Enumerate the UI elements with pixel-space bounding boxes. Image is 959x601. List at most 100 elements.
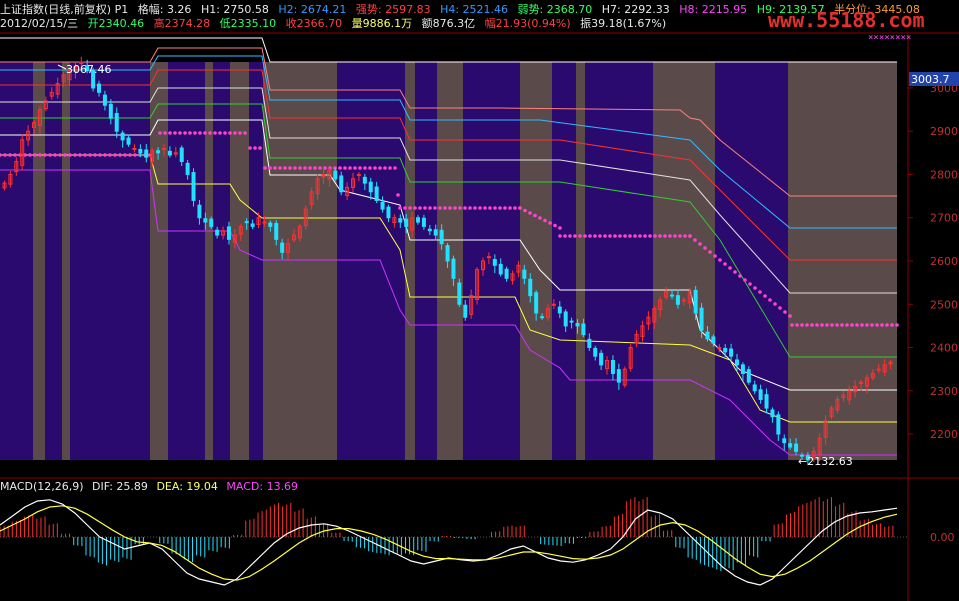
dot — [738, 274, 742, 278]
candle-body — [451, 258, 456, 279]
band-10 — [249, 62, 263, 460]
dot — [830, 323, 834, 327]
candle-body — [156, 150, 161, 154]
dot — [183, 131, 187, 135]
dot — [158, 131, 162, 135]
level-line-1 — [0, 37, 897, 63]
band-19 — [576, 62, 585, 460]
candle-body — [740, 364, 745, 374]
dot — [548, 221, 552, 225]
band-13 — [405, 62, 415, 460]
band-16 — [463, 62, 520, 460]
dot — [213, 131, 217, 135]
dot — [338, 166, 342, 170]
candle-body — [333, 170, 338, 180]
candle-body — [362, 176, 367, 184]
band-12 — [337, 62, 405, 460]
candle-body — [398, 218, 403, 223]
dot — [805, 323, 809, 327]
candle-body — [486, 256, 491, 259]
dot — [810, 323, 814, 327]
dot — [508, 206, 512, 210]
dot — [800, 323, 804, 327]
dot — [458, 206, 462, 210]
dot — [43, 153, 47, 157]
dot — [163, 131, 167, 135]
candle-body — [433, 229, 438, 236]
dot — [553, 223, 557, 228]
candle-body — [457, 282, 462, 305]
dot — [815, 323, 819, 327]
dot — [48, 153, 52, 157]
dot — [443, 206, 447, 210]
dot — [343, 166, 347, 170]
candle-body — [675, 295, 680, 305]
candle-body — [569, 320, 574, 323]
macd-panel: 0.00 — [0, 497, 955, 586]
dot — [633, 234, 637, 238]
band-5 — [150, 62, 168, 460]
candle-body — [280, 242, 285, 253]
current-price-text: 3003.7 — [911, 73, 950, 86]
candle-body — [102, 94, 107, 106]
dot — [683, 234, 687, 238]
dot — [273, 166, 277, 170]
dot — [373, 166, 377, 170]
dot — [638, 234, 642, 238]
dot — [860, 323, 864, 327]
candle-body — [244, 221, 249, 224]
dot — [28, 153, 32, 157]
candle-body — [528, 278, 533, 297]
dot — [783, 310, 787, 314]
dot — [603, 234, 607, 238]
dot — [423, 206, 427, 210]
dot — [773, 302, 777, 306]
dot — [543, 218, 547, 223]
dot — [488, 206, 492, 210]
dot — [3, 153, 7, 157]
dot — [413, 206, 417, 210]
candle-body — [699, 307, 704, 331]
dot — [228, 131, 232, 135]
band-11 — [263, 62, 337, 460]
dot — [188, 131, 192, 135]
macd-legend: MACD(12,26,9) DIF: 25.89 DEA: 19.04 MACD… — [0, 480, 303, 493]
band-2 — [45, 62, 62, 460]
dot — [238, 131, 242, 135]
dot — [880, 323, 884, 327]
dot — [148, 153, 152, 157]
candle-body — [782, 438, 787, 444]
candle-body — [752, 384, 757, 392]
candle-body — [132, 148, 137, 151]
candle-body — [144, 149, 149, 158]
dot — [743, 278, 747, 282]
candle-body — [616, 369, 621, 383]
candle-body — [191, 172, 196, 201]
price-chart[interactable]: 3000290028002700260025002400230022003003… — [0, 0, 959, 601]
candle-body — [185, 162, 190, 175]
candle-body — [439, 229, 444, 245]
dot — [88, 153, 92, 157]
dot — [428, 206, 432, 210]
dot — [885, 323, 889, 327]
candle-body — [374, 186, 379, 201]
candle-body — [723, 347, 728, 353]
dif-value: DIF: 25.89 — [92, 480, 148, 493]
dot — [288, 166, 292, 170]
candle-body — [492, 259, 497, 266]
dot — [463, 206, 467, 210]
dot — [648, 234, 652, 238]
dot — [408, 206, 412, 210]
candle-body — [735, 359, 740, 366]
dot — [483, 206, 487, 210]
dot — [173, 131, 177, 135]
dot — [418, 206, 422, 210]
dot — [283, 166, 287, 170]
dot — [538, 216, 542, 220]
candle-body — [776, 414, 781, 435]
dot — [518, 206, 522, 210]
dot — [63, 153, 67, 157]
dot — [118, 153, 122, 157]
dif-line — [0, 499, 898, 586]
candle-body — [746, 369, 751, 383]
